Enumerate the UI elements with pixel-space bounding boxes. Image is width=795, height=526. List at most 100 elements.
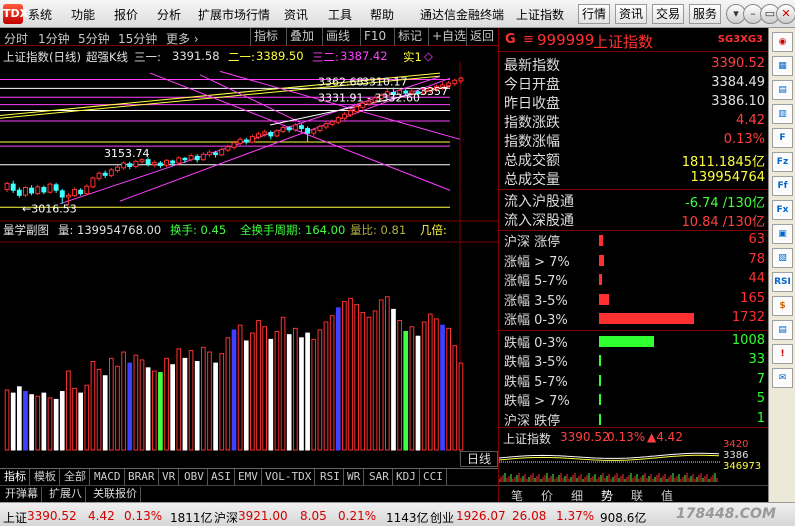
mini-axis-mid: 3386 bbox=[723, 450, 749, 461]
mail-icon[interactable]: ✉ bbox=[772, 368, 793, 388]
overlay-button[interactable]: 叠加 bbox=[286, 28, 317, 46]
indicator-button[interactable]: 指标 bbox=[250, 28, 281, 46]
breadth-bar bbox=[599, 293, 609, 305]
period-5min[interactable]: 5分钟 bbox=[78, 30, 110, 47]
period-1min[interactable]: 1分钟 bbox=[38, 30, 70, 47]
menu-system[interactable]: 系统 bbox=[28, 6, 52, 23]
fz-icon[interactable]: Fz bbox=[772, 152, 793, 172]
indicator-tab[interactable]: MACD bbox=[91, 469, 125, 485]
back-button[interactable]: 返回 bbox=[466, 28, 497, 46]
rsi-icon[interactable]: RSI bbox=[772, 272, 793, 292]
grid-icon[interactable]: ▦ bbox=[772, 56, 793, 76]
add-watchlist-button[interactable]: +自选 bbox=[428, 28, 469, 46]
menu-extended-market[interactable]: 扩展市场行情 bbox=[198, 6, 270, 23]
indicator-tab[interactable]: EMV bbox=[235, 469, 262, 485]
candle-body bbox=[47, 183, 53, 193]
menu-quote[interactable]: 报价 bbox=[114, 6, 138, 23]
news-button[interactable]: 资讯 bbox=[615, 4, 648, 24]
menu-help[interactable]: 帮助 bbox=[370, 6, 394, 23]
line3-value: 3387.42 bbox=[340, 49, 388, 63]
market-button[interactable]: 行情 bbox=[578, 4, 611, 24]
indicator-tab[interactable]: ASI bbox=[208, 469, 235, 485]
f10-button[interactable]: F10 bbox=[360, 28, 389, 46]
candle-body bbox=[133, 160, 139, 167]
indicator-tab[interactable]: 全部 bbox=[61, 469, 90, 485]
indicator-tab[interactable]: SAR bbox=[366, 469, 393, 485]
board-icon[interactable]: ▧ bbox=[772, 248, 793, 268]
indicator-tab[interactable]: OBV bbox=[181, 469, 208, 485]
ext-panel-tab[interactable]: 扩展八 bbox=[46, 487, 86, 502]
period-more[interactable]: 更多 › bbox=[166, 30, 199, 47]
menu-analysis[interactable]: 分析 bbox=[157, 6, 181, 23]
cy-label[interactable]: 创业 bbox=[430, 509, 454, 526]
candle-body bbox=[348, 110, 353, 116]
volume-bar bbox=[360, 312, 366, 451]
ff-icon[interactable]: Ff bbox=[772, 176, 793, 196]
indicator-tab[interactable]: CCI bbox=[420, 469, 447, 485]
current-index-name[interactable]: 上证指数 bbox=[516, 6, 564, 23]
indicator-tab[interactable]: 指标 bbox=[1, 469, 30, 485]
volume-bar bbox=[96, 368, 102, 451]
menu-function[interactable]: 功能 bbox=[71, 6, 95, 23]
candle-body bbox=[108, 169, 114, 177]
period-15min[interactable]: 15分钟 bbox=[118, 30, 157, 47]
candle-body bbox=[170, 160, 176, 164]
sh-label[interactable]: 上证 bbox=[3, 509, 27, 526]
sg-badge: SG3XG3 bbox=[717, 34, 763, 45]
indicator-tab[interactable]: WR bbox=[344, 469, 365, 485]
chart-icon[interactable]: ▣ bbox=[772, 224, 793, 244]
mark-button[interactable]: 标记 bbox=[394, 28, 425, 46]
draw-line-button[interactable]: 画线 bbox=[322, 28, 353, 46]
volume-bar bbox=[102, 375, 108, 451]
indicator-tab[interactable]: VOL-TDX bbox=[262, 469, 316, 485]
fx-icon[interactable]: Fx bbox=[772, 200, 793, 220]
period-intraday[interactable]: 分时 bbox=[4, 30, 28, 47]
kline-chart[interactable]: 3362.683310.17 3331.91 - 3332.60 3357 3153.… bbox=[0, 62, 498, 462]
related-quote-tab[interactable]: 关联报价 bbox=[90, 487, 141, 502]
danmaku-toggle[interactable]: 开弹幕 bbox=[2, 487, 42, 502]
breadth-value: 78 bbox=[748, 251, 765, 267]
g-badge[interactable]: G bbox=[505, 32, 516, 47]
candle-body bbox=[299, 125, 304, 129]
close-icon[interactable]: ✕ bbox=[776, 4, 795, 24]
report-icon[interactable]: ▤ bbox=[772, 320, 793, 340]
candle-body bbox=[145, 159, 151, 165]
menu-news[interactable]: 资讯 bbox=[284, 6, 308, 23]
candle-body bbox=[35, 186, 41, 195]
service-button[interactable]: 服务 bbox=[689, 4, 722, 24]
volume-bar bbox=[170, 364, 176, 451]
volume-bar bbox=[231, 329, 237, 451]
mini-intraday-chart[interactable]: 上证指数 3390.52 0.13% ▲4.42 3420 3386 34697… bbox=[499, 427, 769, 485]
indicator-tab[interactable]: RSI bbox=[317, 469, 344, 485]
volume-bar bbox=[440, 324, 445, 451]
menu-tools[interactable]: 工具 bbox=[328, 6, 352, 23]
list-icon[interactable]: ▤ bbox=[772, 80, 793, 100]
candle-body bbox=[102, 172, 108, 176]
dollar-icon[interactable]: $ bbox=[772, 296, 793, 316]
flow-value: -6.74 /130亿 bbox=[685, 196, 765, 211]
f-icon[interactable]: F bbox=[772, 128, 793, 148]
indicator-tab[interactable]: KDJ bbox=[393, 469, 420, 485]
app-logo[interactable]: TDX bbox=[3, 4, 28, 24]
volume-bar bbox=[427, 313, 433, 451]
hs-change: 8.05 bbox=[300, 509, 327, 523]
table-icon[interactable]: ▥ bbox=[772, 104, 793, 124]
alert-icon[interactable]: ! bbox=[772, 344, 793, 364]
volume-bar bbox=[335, 307, 341, 451]
indicator-tab[interactable]: VR bbox=[159, 469, 180, 485]
breadth-label: 涨幅 > 7% bbox=[504, 254, 570, 270]
volume-bar bbox=[108, 357, 114, 451]
volume-bar bbox=[446, 327, 452, 451]
hs-label[interactable]: 沪深 bbox=[214, 509, 238, 526]
volume-bar bbox=[158, 372, 163, 451]
breadth-bar bbox=[599, 235, 603, 246]
indicator-tab[interactable]: BRAR bbox=[125, 469, 159, 485]
flow-row: 流入深股通 10.84 /130亿 bbox=[499, 210, 769, 230]
home-icon[interactable]: ◉ bbox=[772, 32, 793, 52]
trade-button[interactable]: 交易 bbox=[652, 4, 685, 24]
volume-bar bbox=[10, 392, 16, 451]
indicator-tab[interactable]: 模板 bbox=[31, 469, 60, 485]
period-daily-label[interactable]: 日线 bbox=[460, 451, 498, 467]
menu-icon[interactable]: ≡ bbox=[523, 32, 534, 47]
breadth-value: 1008 bbox=[731, 332, 765, 348]
